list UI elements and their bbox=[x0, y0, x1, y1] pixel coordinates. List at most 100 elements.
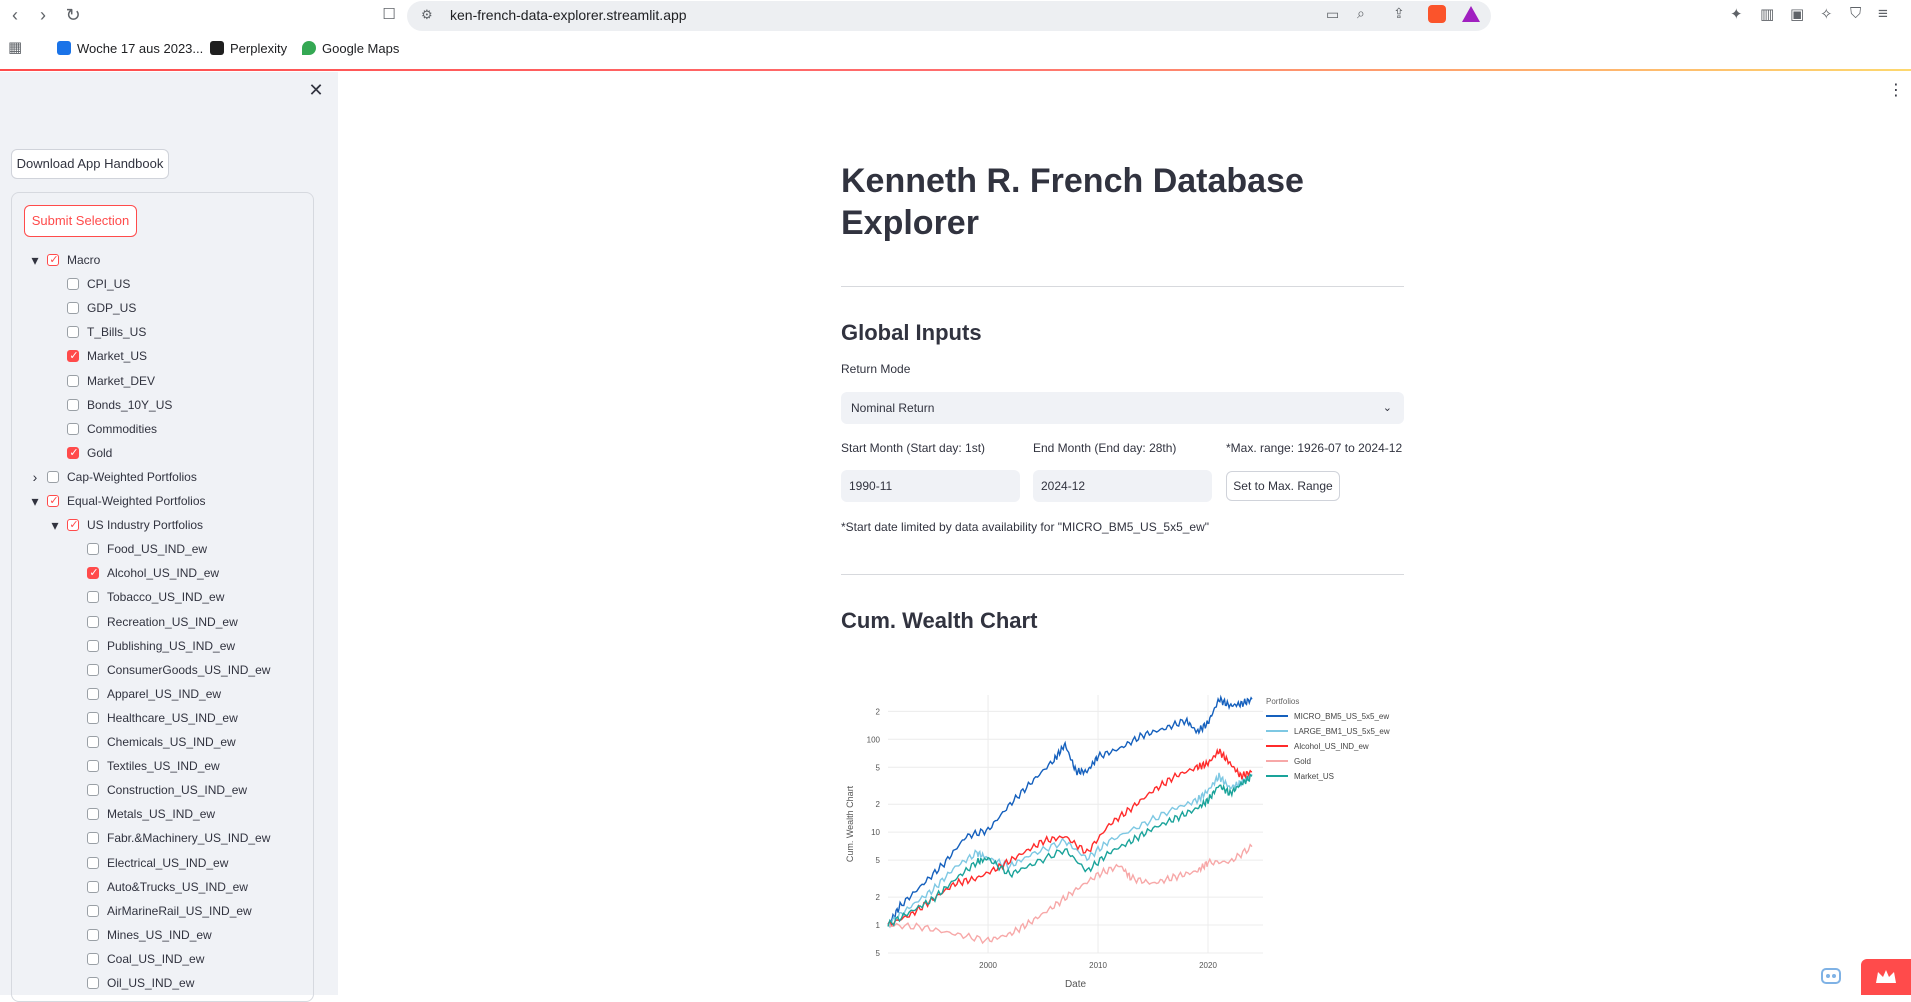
tree-item[interactable]: Market_DEV bbox=[0, 371, 330, 391]
tree-checkbox[interactable] bbox=[87, 712, 99, 724]
tree-item[interactable]: Auto&Trucks_US_IND_ew bbox=[0, 877, 330, 897]
tree-checkbox[interactable] bbox=[67, 399, 79, 411]
tree-item[interactable]: ▾ ✓ Equal-Weighted Portfolios bbox=[0, 491, 330, 511]
menu-icon[interactable]: ≡ bbox=[1878, 4, 1888, 24]
close-sidebar-icon[interactable]: ✕ bbox=[306, 80, 326, 100]
tree-item[interactable]: Construction_US_IND_ew bbox=[0, 780, 330, 800]
tree-item-label: Construction_US_IND_ew bbox=[107, 783, 248, 797]
tree-item[interactable]: Food_US_IND_ew bbox=[0, 539, 330, 559]
apps-icon[interactable]: ▦ bbox=[8, 38, 22, 56]
tree-checkbox[interactable] bbox=[87, 591, 99, 603]
tree-item[interactable]: Recreation_US_IND_ew bbox=[0, 612, 330, 632]
tree-checkbox[interactable] bbox=[87, 760, 99, 772]
tree-item[interactable]: Coal_US_IND_ew bbox=[0, 949, 330, 969]
tree-item[interactable]: Bonds_10Y_US bbox=[0, 395, 330, 415]
leo-ai-icon[interactable]: ✧ bbox=[1820, 5, 1833, 23]
tree-checkbox[interactable] bbox=[87, 977, 99, 989]
manage-app-button[interactable] bbox=[1861, 959, 1911, 995]
tree-checkbox[interactable] bbox=[87, 688, 99, 700]
tree-checkbox[interactable] bbox=[47, 471, 59, 483]
tree-checkbox[interactable]: ✓ bbox=[47, 495, 59, 507]
tree-checkbox[interactable] bbox=[67, 375, 79, 387]
bookmark-item-1[interactable]: Perplexity bbox=[210, 41, 287, 56]
tree-checkbox[interactable]: ✓ bbox=[67, 350, 79, 362]
back-icon[interactable]: ‹ bbox=[4, 4, 26, 26]
tree-item[interactable]: Fabr.&Machinery_US_IND_ew bbox=[0, 828, 330, 848]
tree-item[interactable]: ConsumerGoods_US_IND_ew bbox=[0, 660, 330, 680]
tree-item[interactable]: Electrical_US_IND_ew bbox=[0, 853, 330, 873]
check-icon: ✓ bbox=[89, 567, 99, 579]
tree-checkbox[interactable]: ✓ bbox=[67, 519, 79, 531]
tree-item[interactable]: › Cap-Weighted Portfolios bbox=[0, 467, 330, 487]
tree-checkbox[interactable] bbox=[67, 278, 79, 290]
tree-checkbox[interactable] bbox=[87, 953, 99, 965]
tree-checkbox[interactable] bbox=[87, 832, 99, 844]
bookmark-item-2[interactable]: Google Maps bbox=[302, 41, 399, 56]
cast-icon[interactable]: ▭ bbox=[1326, 6, 1339, 23]
tree-checkbox[interactable] bbox=[87, 881, 99, 893]
tree-checkbox[interactable] bbox=[87, 905, 99, 917]
brave-rewards-icon[interactable] bbox=[1462, 6, 1480, 22]
tree-item[interactable]: ✓ Alcohol_US_IND_ew bbox=[0, 563, 330, 583]
tree-checkbox[interactable] bbox=[87, 808, 99, 820]
tree-item[interactable]: Textiles_US_IND_ew bbox=[0, 756, 330, 776]
submit-selection-button[interactable]: Submit Selection bbox=[24, 205, 137, 237]
url-text[interactable]: ken-french-data-explorer.streamlit.app bbox=[450, 7, 687, 23]
tree-checkbox[interactable] bbox=[87, 857, 99, 869]
chevron-down-icon[interactable]: ▾ bbox=[49, 515, 61, 535]
chevron-right-icon[interactable]: › bbox=[29, 467, 41, 487]
tree-checkbox[interactable]: ✓ bbox=[67, 447, 79, 459]
tree-item[interactable]: Apparel_US_IND_ew bbox=[0, 684, 330, 704]
vpn-icon[interactable]: ⛉ bbox=[1850, 5, 1861, 22]
bookmark-item-0[interactable]: Woche 17 aus 2023... bbox=[57, 41, 203, 56]
bookmark-icon[interactable]: ☐ bbox=[378, 4, 400, 26]
cum-wealth-chart[interactable]: 5 1 2 5 10 2 5 100 2 2000 2010 2020 Date Cum. Wealth … bbox=[838, 690, 1408, 995]
tree-item[interactable]: Mines_US_IND_ew bbox=[0, 925, 330, 945]
brave-shield-icon[interactable] bbox=[1428, 5, 1446, 23]
tree-item[interactable]: Commodities bbox=[0, 419, 330, 439]
sidebar-toggle-icon[interactable]: ▥ bbox=[1760, 5, 1774, 23]
chevron-down-icon[interactable]: ▾ bbox=[29, 250, 41, 270]
tree-item[interactable]: Oil_US_IND_ew bbox=[0, 973, 330, 993]
tree-checkbox[interactable]: ✓ bbox=[47, 254, 59, 266]
tree-checkbox[interactable] bbox=[87, 640, 99, 652]
extensions-icon[interactable]: ✦ bbox=[1730, 5, 1743, 23]
tree-item[interactable]: T_Bills_US bbox=[0, 322, 330, 342]
tree-item[interactable]: AirMarineRail_US_IND_ew bbox=[0, 901, 330, 921]
reload-icon[interactable]: ↻ bbox=[62, 4, 84, 26]
share-icon[interactable]: ⇪ bbox=[1393, 5, 1405, 22]
tree-checkbox[interactable] bbox=[87, 664, 99, 676]
tree-item[interactable]: ✓ Gold bbox=[0, 443, 330, 463]
tree-item[interactable]: ✓ Market_US bbox=[0, 346, 330, 366]
return-mode-select[interactable]: Nominal Return ⌄ bbox=[841, 392, 1404, 424]
tree-item[interactable]: Metals_US_IND_ew bbox=[0, 804, 330, 824]
site-info-icon[interactable]: ⚙ bbox=[421, 7, 433, 23]
zoom-icon[interactable]: ⌕ bbox=[1357, 5, 1365, 22]
more-options-icon[interactable]: ⋮ bbox=[1888, 80, 1904, 100]
tree-item[interactable]: ▾ ✓ US Industry Portfolios bbox=[0, 515, 330, 535]
tree-checkbox[interactable] bbox=[87, 736, 99, 748]
tree-item[interactable]: CPI_US bbox=[0, 274, 330, 294]
download-handbook-button[interactable]: Download App Handbook bbox=[11, 149, 169, 179]
end-month-input[interactable]: 2024-12 bbox=[1033, 470, 1212, 502]
set-max-range-button[interactable]: Set to Max. Range bbox=[1226, 471, 1340, 501]
chevron-down-icon[interactable]: ▾ bbox=[29, 491, 41, 511]
tree-checkbox[interactable]: ✓ bbox=[87, 567, 99, 579]
tree-item[interactable]: Tobacco_US_IND_ew bbox=[0, 587, 330, 607]
tree-item[interactable]: Healthcare_US_IND_ew bbox=[0, 708, 330, 728]
tree-item[interactable]: GDP_US bbox=[0, 298, 330, 318]
tree-checkbox[interactable] bbox=[67, 326, 79, 338]
tree-checkbox[interactable] bbox=[87, 543, 99, 555]
start-month-input[interactable]: 1990-11 bbox=[841, 470, 1020, 502]
tree-checkbox[interactable] bbox=[87, 929, 99, 941]
wallet-icon[interactable]: ▣ bbox=[1790, 5, 1804, 23]
tree-item[interactable]: Publishing_US_IND_ew bbox=[0, 636, 330, 656]
forward-icon[interactable]: › bbox=[32, 4, 54, 26]
tree-checkbox[interactable] bbox=[67, 423, 79, 435]
tree-checkbox[interactable] bbox=[67, 302, 79, 314]
tree-checkbox[interactable] bbox=[87, 616, 99, 628]
tree-item[interactable]: Chemicals_US_IND_ew bbox=[0, 732, 330, 752]
streamlit-status-icon[interactable] bbox=[1818, 963, 1844, 989]
tree-item[interactable]: ▾ ✓ Macro bbox=[0, 250, 330, 270]
tree-checkbox[interactable] bbox=[87, 784, 99, 796]
